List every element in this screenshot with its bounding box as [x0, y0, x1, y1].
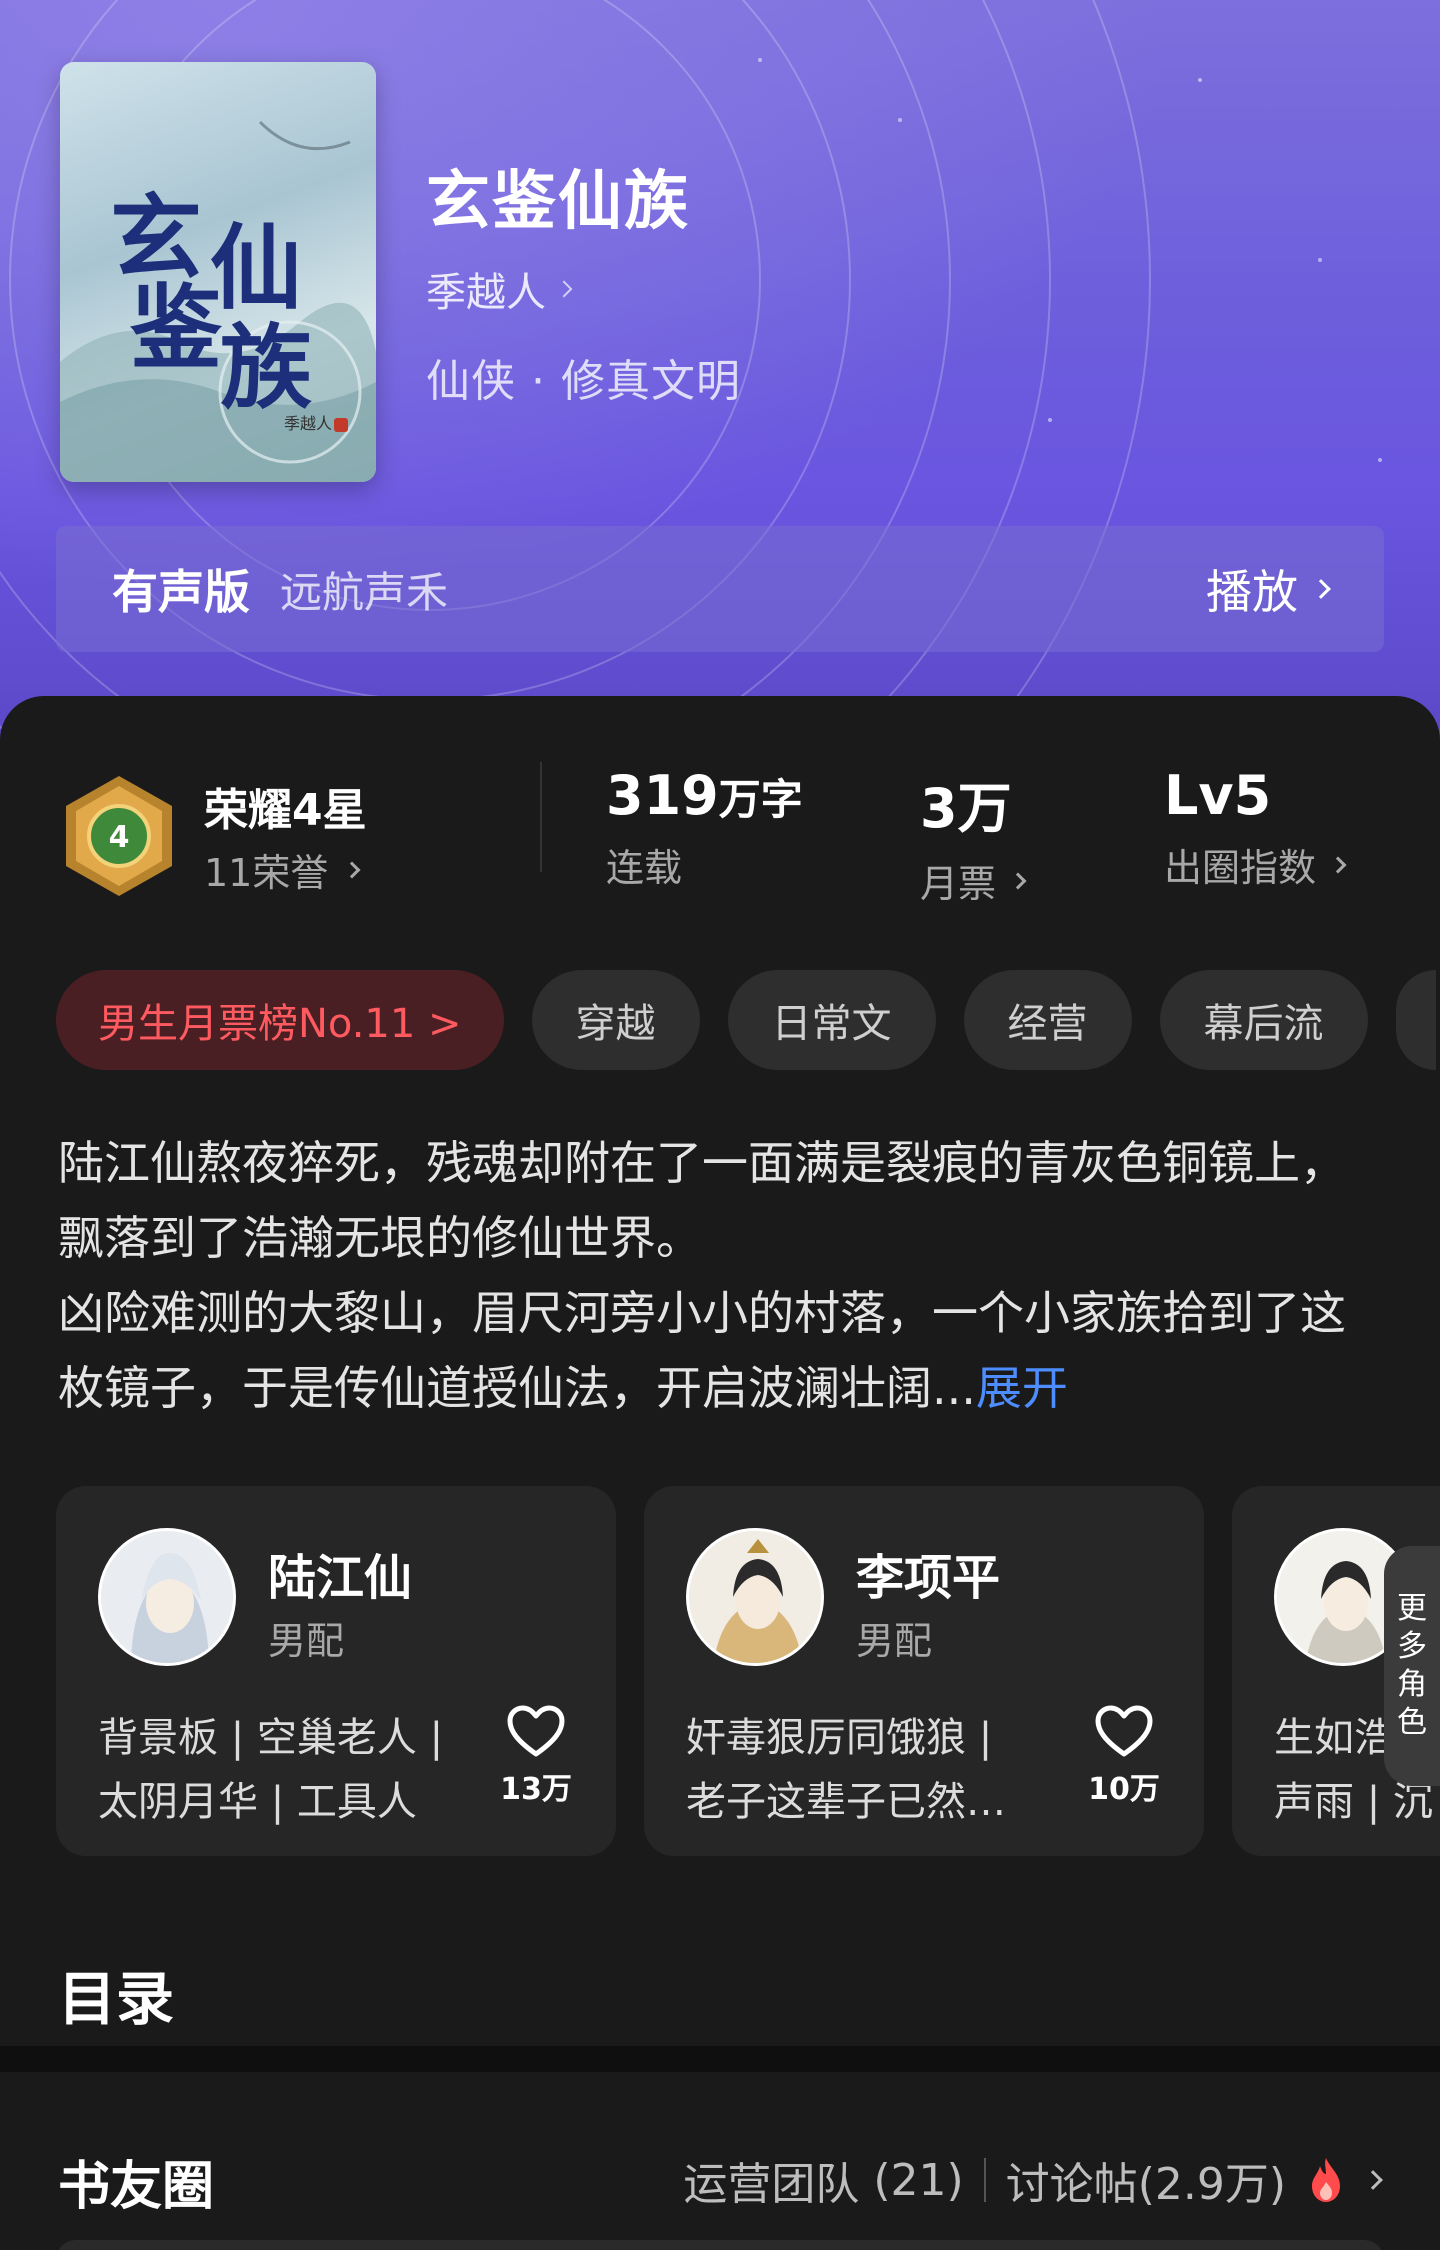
character-card[interactable]: 李项平 男配 奸毒狠厉同饿狼 | 老子这辈子已然… 10万 [644, 1486, 1204, 1856]
tag-chip[interactable]: 穿越 [531, 970, 700, 1070]
book-header: 玄 鉴 仙 族 季越人 玄鉴仙族 季越人 仙侠 · 修真文明 有声版 远航声禾 … [0, 0, 1440, 760]
chevron-right-icon [1363, 2170, 1383, 2190]
fire-icon [1312, 2158, 1340, 2202]
honor-badge-icon[interactable]: 4 [62, 774, 176, 898]
cover-author: 季越人 [283, 414, 332, 433]
character-tags-line: 老子这辈子已然… [686, 1779, 1006, 1825]
serial-status: 连载 [606, 846, 683, 890]
honor-title: 荣耀4星 [204, 785, 367, 836]
character-tags: 背景板 | 空巢老人 | 太阴月华 | 工具人 [98, 1706, 478, 1834]
book-title: 玄鉴仙族 [426, 165, 690, 239]
reader-club-section: 书友圈 运营团队 (21) 讨论帖 (2.9万) [0, 2072, 1440, 2250]
character-tags-line: 背景板 | 空巢老人 | [98, 1715, 444, 1761]
character-name: 陆江仙 [268, 1550, 413, 1606]
chevron-right-icon [555, 280, 573, 298]
discussion-label: 讨论帖 [1005, 2159, 1138, 2210]
expand-link[interactable]: 展开 [976, 1361, 1068, 1415]
book-detail-panel: 4 荣耀4星 11荣誉 319万字 连载 3万 月票 Lv5 出圈指数 男生月票… [0, 696, 1440, 2050]
reader-club-meta[interactable]: 运营团队 (21) 讨论帖 (2.9万) [683, 2148, 1383, 2212]
character-tags-line: 太阴月华 | 工具人 [98, 1779, 417, 1825]
cover-char: 仙 [210, 214, 303, 322]
character-tags-line: 奸毒狠厉同饿狼 | [686, 1715, 993, 1761]
character-avatar [686, 1528, 824, 1666]
author-name: 季越人 [426, 270, 546, 316]
character-avatar [98, 1528, 236, 1666]
play-button[interactable]: 播放 [1206, 556, 1331, 622]
word-count-value: 319 [606, 764, 719, 827]
tag-chip[interactable]: 日常文 [727, 970, 936, 1070]
word-count-unit: 万字 [718, 775, 803, 824]
description-text: 陆江仙熬夜猝死，残魂却附在了一面满是裂痕的青灰色铜镜上，飘落到了浩瀚无垠的修仙世… [58, 1136, 1346, 1415]
stats-divider [540, 762, 542, 872]
author-link[interactable]: 季越人 [426, 260, 573, 318]
discussion-count: (2.9万) [1137, 2159, 1286, 2210]
meta-divider [983, 2158, 986, 2202]
like-count: 10万 [1088, 1772, 1160, 1807]
character-card[interactable]: 陆江仙 男配 背景板 | 空巢老人 | 太阴月华 | 工具人 13万 [56, 1486, 616, 1856]
monthly-votes-value: 3万 [920, 777, 1012, 840]
book-cover[interactable]: 玄 鉴 仙 族 季越人 [60, 62, 376, 482]
honor-count: 11荣誉 [204, 851, 329, 895]
audio-version-bar[interactable]: 有声版 远航声禾 播放 [56, 526, 1384, 652]
ops-team-label: 运营团队 [683, 2159, 860, 2210]
more-characters-char: 更 [1397, 1591, 1427, 1626]
monthly-votes-label: 月票 [920, 862, 997, 906]
character-tags: 奸毒狠厉同饿狼 | 老子这辈子已然… [686, 1706, 1066, 1834]
popularity-label: 出圈指数 [1164, 846, 1317, 890]
reader-club-title[interactable]: 书友圈 [58, 2144, 214, 2219]
character-role: 男配 [856, 1619, 933, 1663]
character-name: 李项平 [856, 1550, 1001, 1606]
chevron-right-icon [343, 861, 361, 878]
like-button[interactable]: 10万 [1088, 1704, 1160, 1808]
tag-chip-partial[interactable] [1395, 970, 1436, 1070]
chevron-right-icon [1329, 856, 1347, 873]
audio-label: 有声版 [112, 565, 250, 619]
heart-icon [1095, 1705, 1153, 1757]
badge-level: 4 [109, 820, 130, 855]
tag-chip[interactable]: 经营 [963, 970, 1132, 1070]
like-count: 13万 [500, 1772, 572, 1807]
book-description[interactable]: 陆江仙熬夜猝死，残魂却附在了一面满是裂痕的青灰色铜镜上，飘落到了浩瀚无垠的修仙世… [58, 1126, 1388, 1426]
rank-tag[interactable]: 男生月票榜No.11 > [56, 970, 504, 1070]
cover-calligraphy: 玄 鉴 仙 族 [110, 182, 330, 442]
section-divider [0, 2046, 1440, 2072]
popularity-level: Lv5 [1164, 764, 1272, 827]
reader-club-content-edge [56, 2240, 1384, 2250]
more-characters-button[interactable]: 更 多 角 色 [1384, 1546, 1440, 1786]
chevron-right-icon [1311, 579, 1331, 599]
audio-narrator: 远航声禾 [280, 567, 449, 617]
more-characters-char: 多 [1397, 1629, 1427, 1664]
cover-seal [334, 418, 348, 432]
like-button[interactable]: 13万 [500, 1704, 572, 1808]
monthly-votes-stat[interactable]: 3万 月票 [920, 764, 1027, 908]
honor-link[interactable]: 11荣誉 [204, 842, 361, 897]
cover-char: 族 [220, 314, 313, 422]
cover-char: 鉴 [130, 274, 223, 382]
tag-list: 男生月票榜No.11 > 穿越 日常文 经营 幕后流 [56, 970, 1436, 1070]
chevron-right-icon [1009, 872, 1027, 889]
play-label: 播放 [1206, 565, 1298, 619]
book-genre: 仙侠 · 修真文明 [426, 356, 741, 407]
character-role: 男配 [268, 1619, 345, 1663]
word-count-stat: 319万字 连载 [606, 764, 803, 892]
ops-team-count: (21) [873, 2154, 964, 2206]
heart-icon [507, 1705, 565, 1757]
popularity-index-stat[interactable]: Lv5 出圈指数 [1164, 764, 1347, 892]
more-characters-char: 角 [1397, 1667, 1427, 1702]
table-of-contents-title[interactable]: 目录 [58, 1952, 174, 2036]
character-carousel[interactable]: 陆江仙 男配 背景板 | 空巢老人 | 太阴月华 | 工具人 13万 李项平 男… [56, 1486, 1440, 1856]
more-characters-char: 色 [1397, 1705, 1427, 1740]
tag-chip[interactable]: 幕后流 [1159, 970, 1368, 1070]
cover-char: 玄 [110, 184, 203, 292]
